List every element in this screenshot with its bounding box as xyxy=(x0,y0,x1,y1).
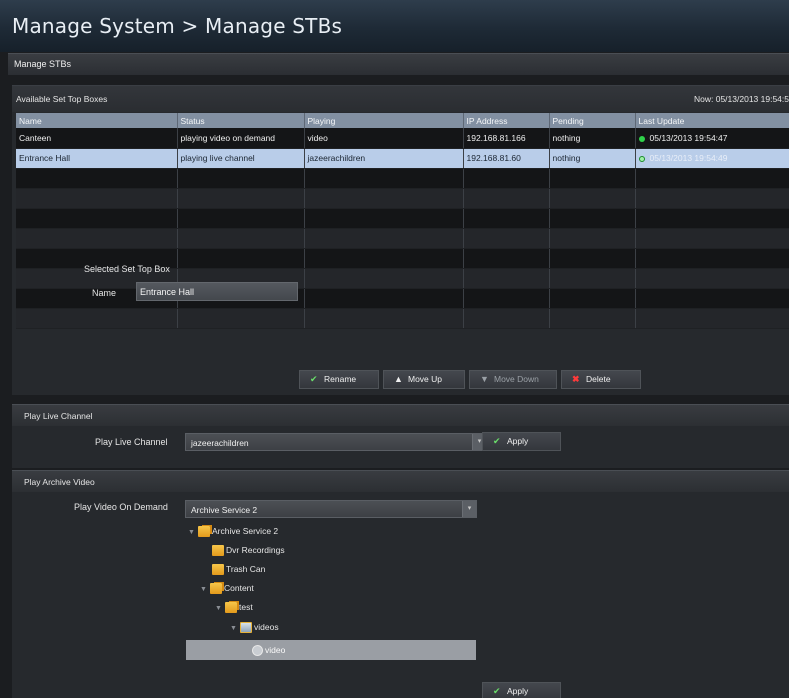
folders-icon xyxy=(225,602,237,614)
tree-node-dvr-recordings[interactable]: Dvr Recordings xyxy=(212,541,285,559)
delete-icon: ✖ xyxy=(572,374,580,384)
chevron-down-icon: ▾ xyxy=(462,501,476,517)
table-row-empty xyxy=(16,228,789,249)
selected-stb-label: Selected Set Top Box xyxy=(84,264,170,274)
tree-node-video-selected[interactable]: video xyxy=(186,640,476,660)
film-reel-icon xyxy=(252,645,263,657)
name-input[interactable]: Entrance Hall xyxy=(136,282,298,301)
archive-video-panel: Play Archive Video Play Video On Demand … xyxy=(12,470,789,698)
cell-ip: 192.168.81.166 xyxy=(463,128,550,149)
cell-name: Canteen xyxy=(16,128,178,149)
cell-playing: video xyxy=(304,128,464,149)
delete-button[interactable]: ✖ Delete xyxy=(561,370,641,389)
expand-toggle-icon[interactable]: ▼ xyxy=(188,524,198,542)
name-label: Name xyxy=(92,288,117,298)
expand-toggle-icon[interactable]: ▼ xyxy=(200,581,210,599)
table-row-empty xyxy=(16,208,789,229)
check-icon: ✔ xyxy=(310,374,318,384)
column-header-status[interactable]: Status xyxy=(177,113,305,128)
online-status-icon xyxy=(638,155,645,162)
expand-toggle-icon[interactable]: ▼ xyxy=(230,620,240,638)
live-apply-button[interactable]: ✔ Apply xyxy=(482,432,561,451)
table-row[interactable]: Canteen playing video on demand video 19… xyxy=(16,128,789,149)
expand-toggle-icon[interactable]: ▼ xyxy=(215,600,225,618)
stb-panel: Available Set Top Boxes Now: 05/13/2013 … xyxy=(12,85,789,395)
folders-icon xyxy=(210,583,222,595)
arrow-down-icon: ▼ xyxy=(480,374,489,384)
folders-icon xyxy=(198,526,210,538)
page-title: Manage System > Manage STBs xyxy=(12,14,343,38)
cell-status: playing live channel xyxy=(177,148,305,169)
tree-node-archive-service[interactable]: ▼ Archive Service 2 xyxy=(188,522,278,540)
last-update-text: 05/13/2013 19:54:49 xyxy=(649,153,728,163)
rename-button[interactable]: ✔ Rename xyxy=(299,370,379,389)
stb-panel-title: Available Set Top Boxes xyxy=(16,94,108,104)
vod-service-select[interactable]: Archive Service 2 ▾ xyxy=(185,500,477,518)
cell-name: Entrance Hall xyxy=(16,148,178,169)
archive-apply-button[interactable]: ✔ Apply xyxy=(482,682,561,698)
column-header-playing[interactable]: Playing xyxy=(304,113,464,128)
cell-pending: nothing xyxy=(549,128,636,149)
stb-panel-header: Available Set Top Boxes Now: 05/13/2013 … xyxy=(12,86,789,112)
tree-node-test[interactable]: ▼ test xyxy=(215,598,253,616)
move-down-button[interactable]: ▼ Move Down xyxy=(469,370,557,389)
last-update-text: 05/13/2013 19:54:47 xyxy=(649,132,728,143)
archive-video-header: Play Archive Video xyxy=(12,470,789,492)
cell-status: playing video on demand xyxy=(177,128,305,149)
cell-last-update: 05/13/2013 19:54:47 xyxy=(635,128,789,149)
live-channel-header: Play Live Channel xyxy=(12,404,789,426)
section-header: Manage STBs xyxy=(8,53,789,75)
cell-pending: nothing xyxy=(549,148,636,169)
table-row-empty xyxy=(16,308,789,329)
video-folder-icon xyxy=(240,622,252,634)
live-channel-panel: Play Live Channel Play Live Channel jaze… xyxy=(12,404,789,468)
table-row-selected[interactable]: Entrance Hall playing live channel jazee… xyxy=(16,148,789,169)
table-row-empty xyxy=(16,188,789,209)
current-time: Now: 05/13/2013 19:54:5 xyxy=(694,94,789,104)
top-header: Manage System > Manage STBs xyxy=(0,0,789,52)
table-row-empty xyxy=(16,288,789,309)
column-header-ip[interactable]: IP Address xyxy=(463,113,550,128)
tree-node-trash-can[interactable]: Trash Can xyxy=(212,560,265,578)
arrow-up-icon: ▲ xyxy=(394,374,403,384)
move-up-button[interactable]: ▲ Move Up xyxy=(383,370,465,389)
cell-ip: 192.168.81.60 xyxy=(463,148,550,169)
live-channel-select[interactable]: jazeerachildren ▾ xyxy=(185,433,487,451)
table-header-row: Name Status Playing IP Address Pending L… xyxy=(16,113,789,128)
folder-icon xyxy=(212,545,224,557)
column-header-pending[interactable]: Pending xyxy=(549,113,636,128)
online-status-icon xyxy=(638,135,645,142)
column-header-name[interactable]: Name xyxy=(16,113,178,128)
column-header-last-update[interactable]: Last Update xyxy=(635,113,789,128)
section-title: Manage STBs xyxy=(14,59,72,69)
tree-node-videos[interactable]: ▼ videos xyxy=(230,618,279,636)
check-icon: ✔ xyxy=(493,686,501,696)
folder-icon xyxy=(212,564,224,576)
vod-label: Play Video On Demand xyxy=(74,502,168,512)
check-icon: ✔ xyxy=(493,436,501,446)
cell-playing: jazeerachildren xyxy=(304,148,464,169)
tree-node-content[interactable]: ▼ Content xyxy=(200,579,254,597)
table-row-empty xyxy=(16,168,789,189)
stb-table: Name Status Playing IP Address Pending L… xyxy=(16,113,789,329)
live-channel-label: Play Live Channel xyxy=(95,437,168,447)
live-channel-title: Play Live Channel xyxy=(24,411,93,421)
archive-video-title: Play Archive Video xyxy=(24,477,95,487)
cell-last-update: 05/13/2013 19:54:49 xyxy=(635,148,789,169)
